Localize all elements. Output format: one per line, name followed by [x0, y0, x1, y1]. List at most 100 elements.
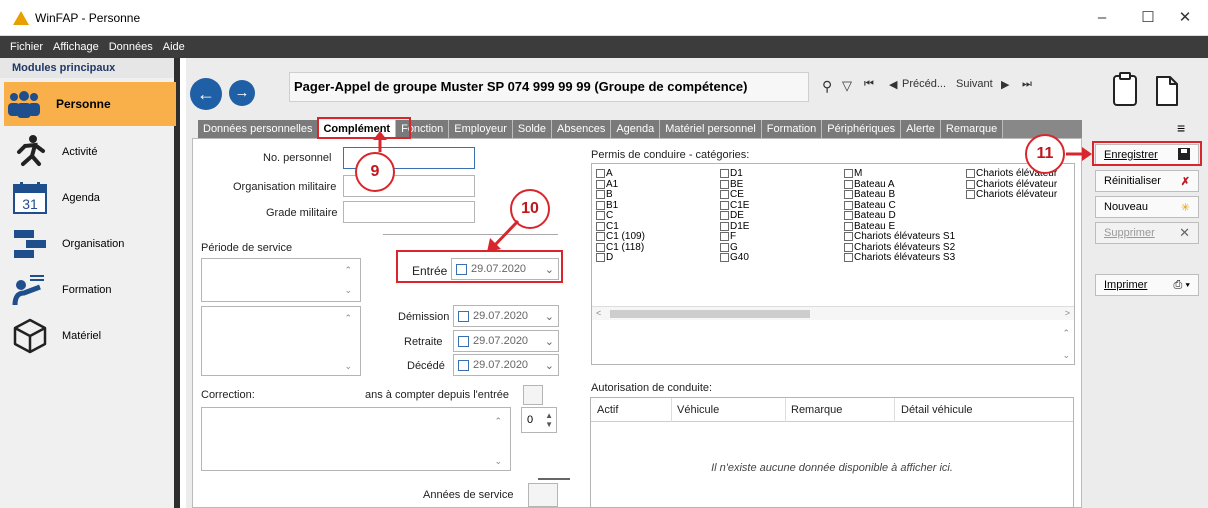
permit-category-checkbox[interactable]: C1 (118) — [596, 242, 644, 253]
permit-category-checkbox[interactable]: C1E — [720, 200, 749, 211]
checkbox[interactable] — [966, 179, 975, 189]
tab-peripheriques[interactable]: Périphériques — [822, 120, 902, 138]
permit-category-checkbox[interactable]: C1 — [596, 221, 619, 232]
checkbox[interactable] — [596, 179, 605, 189]
checkbox[interactable] — [844, 169, 853, 178]
checkbox[interactable] — [844, 242, 853, 252]
horizontal-scrollbar[interactable]: < > — [592, 306, 1074, 320]
checkbox[interactable] — [720, 253, 729, 262]
checkbox[interactable] — [596, 253, 605, 262]
maximize-button[interactable]: ☐ — [1133, 6, 1163, 30]
filter-icon[interactable]: ▽ — [842, 78, 852, 94]
scroll-up-icon[interactable]: ⌃ — [494, 416, 502, 427]
reset-button[interactable]: Réinitialiser ✗ — [1095, 170, 1199, 192]
permit-category-checkbox[interactable]: B1 — [596, 200, 618, 211]
checkbox[interactable] — [596, 232, 605, 241]
search-icon[interactable]: ⚲ — [822, 78, 832, 95]
permit-category-checkbox[interactable]: BE — [720, 179, 743, 190]
menu-aide[interactable]: Aide — [163, 41, 185, 53]
previous-record-icon[interactable]: ◀ — [889, 78, 897, 91]
checkbox[interactable] — [844, 179, 853, 189]
grade-militaire-input[interactable] — [343, 201, 475, 223]
permit-category-checkbox[interactable]: Chariots élévateurs S1 — [844, 232, 955, 242]
sidebar-item-personne[interactable]: Personne — [4, 82, 176, 126]
permis-categories-list[interactable]: A A1 B B1 C C1 C1 (109) C1 (118) D D1 BE CE C1E DE D1E… — [591, 163, 1075, 365]
permit-category-checkbox[interactable]: Chariots élévateurs S3 — [844, 253, 955, 263]
new-document-icon[interactable] — [1155, 76, 1179, 109]
scroll-down-icon[interactable]: ⌄ — [344, 361, 352, 372]
first-record-icon[interactable]: ⏮ — [864, 78, 874, 91]
scroll-up-icon[interactable]: ⌃ — [344, 265, 352, 276]
tab-employeur[interactable]: Employeur — [449, 120, 513, 138]
permit-category-checkbox[interactable]: D — [596, 253, 613, 263]
clipboard-icon[interactable] — [1113, 72, 1137, 109]
previous-record-button[interactable]: Précéd... — [902, 78, 946, 90]
column-header-detail-vehicule[interactable]: Détail véhicule — [901, 398, 973, 422]
hamburger-menu-icon[interactable]: ≡ — [1177, 120, 1185, 136]
sidebar-item-agenda[interactable]: 31 Agenda — [10, 176, 175, 220]
checkbox[interactable] — [596, 242, 605, 252]
checkbox[interactable] — [720, 169, 729, 178]
permit-category-checkbox[interactable]: Chariots élévateurs S2 — [844, 242, 955, 253]
sidebar-item-formation[interactable]: Formation — [10, 268, 175, 312]
delete-button[interactable]: Supprimer ✕ — [1095, 222, 1199, 244]
checkbox[interactable] — [844, 221, 853, 231]
back-button[interactable]: ← — [190, 78, 222, 110]
tab-alerte[interactable]: Alerte — [901, 120, 941, 138]
new-button[interactable]: Nouveau ✳ — [1095, 196, 1199, 218]
checkbox[interactable] — [720, 221, 729, 231]
next-record-button[interactable]: Suivant — [956, 78, 993, 90]
checkbox[interactable] — [720, 242, 729, 252]
permit-category-checkbox[interactable]: F — [720, 232, 736, 242]
permit-category-checkbox[interactable]: C — [596, 211, 613, 221]
close-button[interactable]: ✕ — [1170, 6, 1200, 30]
last-record-icon[interactable]: ⏭ — [1022, 78, 1032, 91]
permit-category-checkbox[interactable]: Bateau D — [844, 211, 896, 221]
checkbox[interactable] — [844, 200, 853, 210]
column-header-actif[interactable]: Actif — [597, 398, 618, 422]
scroll-down-icon[interactable]: ⌄ — [494, 456, 502, 467]
sidebar-item-activite[interactable]: Activité — [10, 130, 175, 174]
demission-date-picker[interactable]: 29.07.2020 ⌄ — [453, 305, 559, 327]
checkbox[interactable] — [596, 169, 605, 178]
checkbox[interactable] — [844, 190, 853, 199]
permit-category-checkbox[interactable]: Bateau A — [844, 179, 895, 190]
checkbox[interactable] — [966, 190, 975, 199]
decede-checkbox[interactable] — [458, 359, 469, 371]
forward-button[interactable]: → — [229, 80, 255, 106]
permit-category-checkbox[interactable]: C1 (109) — [596, 232, 645, 242]
decede-date-picker[interactable]: 29.07.2020 ⌄ — [453, 354, 559, 376]
checkbox[interactable] — [596, 221, 605, 231]
periode-list-1[interactable]: ⌃ ⌄ — [201, 258, 361, 302]
checkbox[interactable] — [720, 232, 729, 241]
checkbox[interactable] — [966, 169, 975, 178]
permit-category-checkbox[interactable]: B — [596, 190, 613, 200]
permit-category-checkbox[interactable]: Bateau C — [844, 200, 896, 211]
scroll-up-icon[interactable]: ⌃ — [344, 313, 352, 324]
menu-affichage[interactable]: Affichage — [53, 41, 99, 53]
tab-formation[interactable]: Formation — [761, 120, 823, 138]
permit-category-checkbox[interactable]: Bateau B — [844, 190, 895, 200]
permit-category-checkbox[interactable]: Bateau E — [844, 221, 895, 232]
scroll-right-icon[interactable]: > — [1065, 308, 1070, 318]
sidebar-item-materiel[interactable]: Matériel — [10, 314, 175, 358]
checkbox[interactable] — [844, 232, 853, 241]
permit-category-checkbox[interactable]: M — [844, 169, 862, 179]
checkbox[interactable] — [596, 211, 605, 220]
retraite-date-picker[interactable]: 29.07.2020 ⌄ — [453, 330, 559, 352]
periode-list-2[interactable]: ⌃ ⌄ — [201, 306, 361, 376]
checkbox[interactable] — [844, 253, 853, 262]
permit-category-checkbox[interactable]: Chariots élévateur — [966, 190, 1057, 200]
correction-stepper[interactable]: 0 ▲ ▼ — [521, 407, 557, 433]
minimize-button[interactable]: – — [1087, 6, 1117, 30]
permit-category-checkbox[interactable]: DE — [720, 211, 744, 221]
checkbox[interactable] — [720, 179, 729, 189]
permit-category-checkbox[interactable]: CE — [720, 190, 744, 200]
stepper-arrows-icon[interactable]: ▲ ▼ — [545, 411, 553, 429]
permit-category-checkbox[interactable]: G — [720, 242, 738, 253]
permit-category-checkbox[interactable]: G40 — [720, 253, 749, 263]
tab-remarque[interactable]: Remarque — [940, 120, 1004, 138]
scroll-down-icon[interactable]: ⌄ — [1062, 350, 1070, 361]
permit-category-checkbox[interactable]: A — [596, 169, 613, 179]
print-button[interactable]: Imprimer ⎙ ▾ — [1095, 274, 1199, 296]
